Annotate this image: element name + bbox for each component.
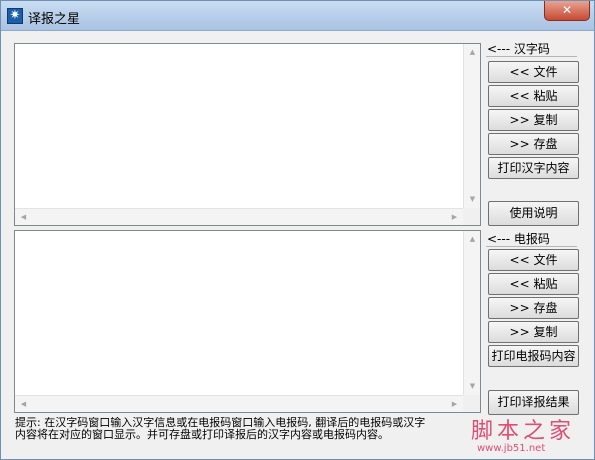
scroll-up-icon[interactable]: ▲ — [464, 231, 481, 248]
chinese-file-button[interactable]: << 文件 — [488, 61, 579, 83]
telegraph-vertical-scrollbar[interactable]: ▲ ▼ — [463, 231, 480, 395]
scroll-up-icon[interactable]: ▲ — [464, 44, 481, 61]
scroll-down-icon[interactable]: ▼ — [464, 191, 481, 208]
window-title: 译报之星 — [28, 12, 81, 27]
chinese-save-button[interactable]: >> 存盘 — [488, 133, 579, 155]
chinese-text-area[interactable]: ▲ ▼ ◀ ▶ — [14, 43, 481, 226]
telegraph-text-area[interactable]: ▲ ▼ ◀ ▶ — [14, 230, 481, 413]
scroll-right-icon[interactable]: ▶ — [446, 396, 463, 413]
chinese-copy-button[interactable]: >> 复制 — [488, 109, 579, 131]
telegraph-code-label: <--- 电报码 — [486, 232, 577, 247]
chinese-horizontal-scrollbar[interactable]: ◀ ▶ — [15, 208, 463, 225]
print-chinese-button[interactable]: 打印汉字内容 — [488, 157, 579, 179]
hint-text: 提示: 在汉字码窗口输入汉字信息或在电报码窗口输入电报码, 翻译后的电报码或汉字… — [15, 417, 485, 441]
close-button[interactable]: ✕ — [544, 1, 590, 21]
app-window: ✷ 译报之星 ✕ ▲ ▼ ◀ ▶ ▲ ▼ ◀ ▶ <--- 汉字码 << 文件 … — [0, 0, 595, 460]
telegraph-file-button[interactable]: << 文件 — [488, 249, 579, 271]
telegraph-copy-button[interactable]: >> 复制 — [488, 321, 579, 343]
scroll-right-icon[interactable]: ▶ — [446, 209, 463, 226]
chinese-code-label: <--- 汉字码 — [486, 42, 577, 57]
scroll-left-icon[interactable]: ◀ — [15, 209, 32, 226]
chinese-vertical-scrollbar[interactable]: ▲ ▼ — [463, 44, 480, 208]
app-star-icon: ✷ — [7, 8, 23, 24]
manual-button[interactable]: 使用说明 — [488, 201, 579, 226]
watermark-url: www.jb51.net — [477, 443, 546, 454]
print-result-button[interactable]: 打印译报结果 — [488, 390, 579, 415]
hint-line-2: 内容将在对应的窗口显示。并可存盘或打印译报后的汉字内容或电报码内容。 — [15, 428, 389, 441]
scroll-corner — [463, 395, 480, 412]
telegraph-save-button[interactable]: >> 存盘 — [488, 297, 579, 319]
watermark-text: 脚本之家 — [471, 419, 576, 444]
print-telegraph-button[interactable]: 打印电报码内容 — [488, 345, 579, 367]
title-bar[interactable]: ✷ 译报之星 ✕ — [1, 1, 594, 31]
telegraph-horizontal-scrollbar[interactable]: ◀ ▶ — [15, 395, 463, 412]
chinese-paste-button[interactable]: << 粘贴 — [488, 85, 579, 107]
scroll-corner — [463, 208, 480, 225]
scroll-left-icon[interactable]: ◀ — [15, 396, 32, 413]
telegraph-paste-button[interactable]: << 粘贴 — [488, 273, 579, 295]
scroll-down-icon[interactable]: ▼ — [464, 378, 481, 395]
